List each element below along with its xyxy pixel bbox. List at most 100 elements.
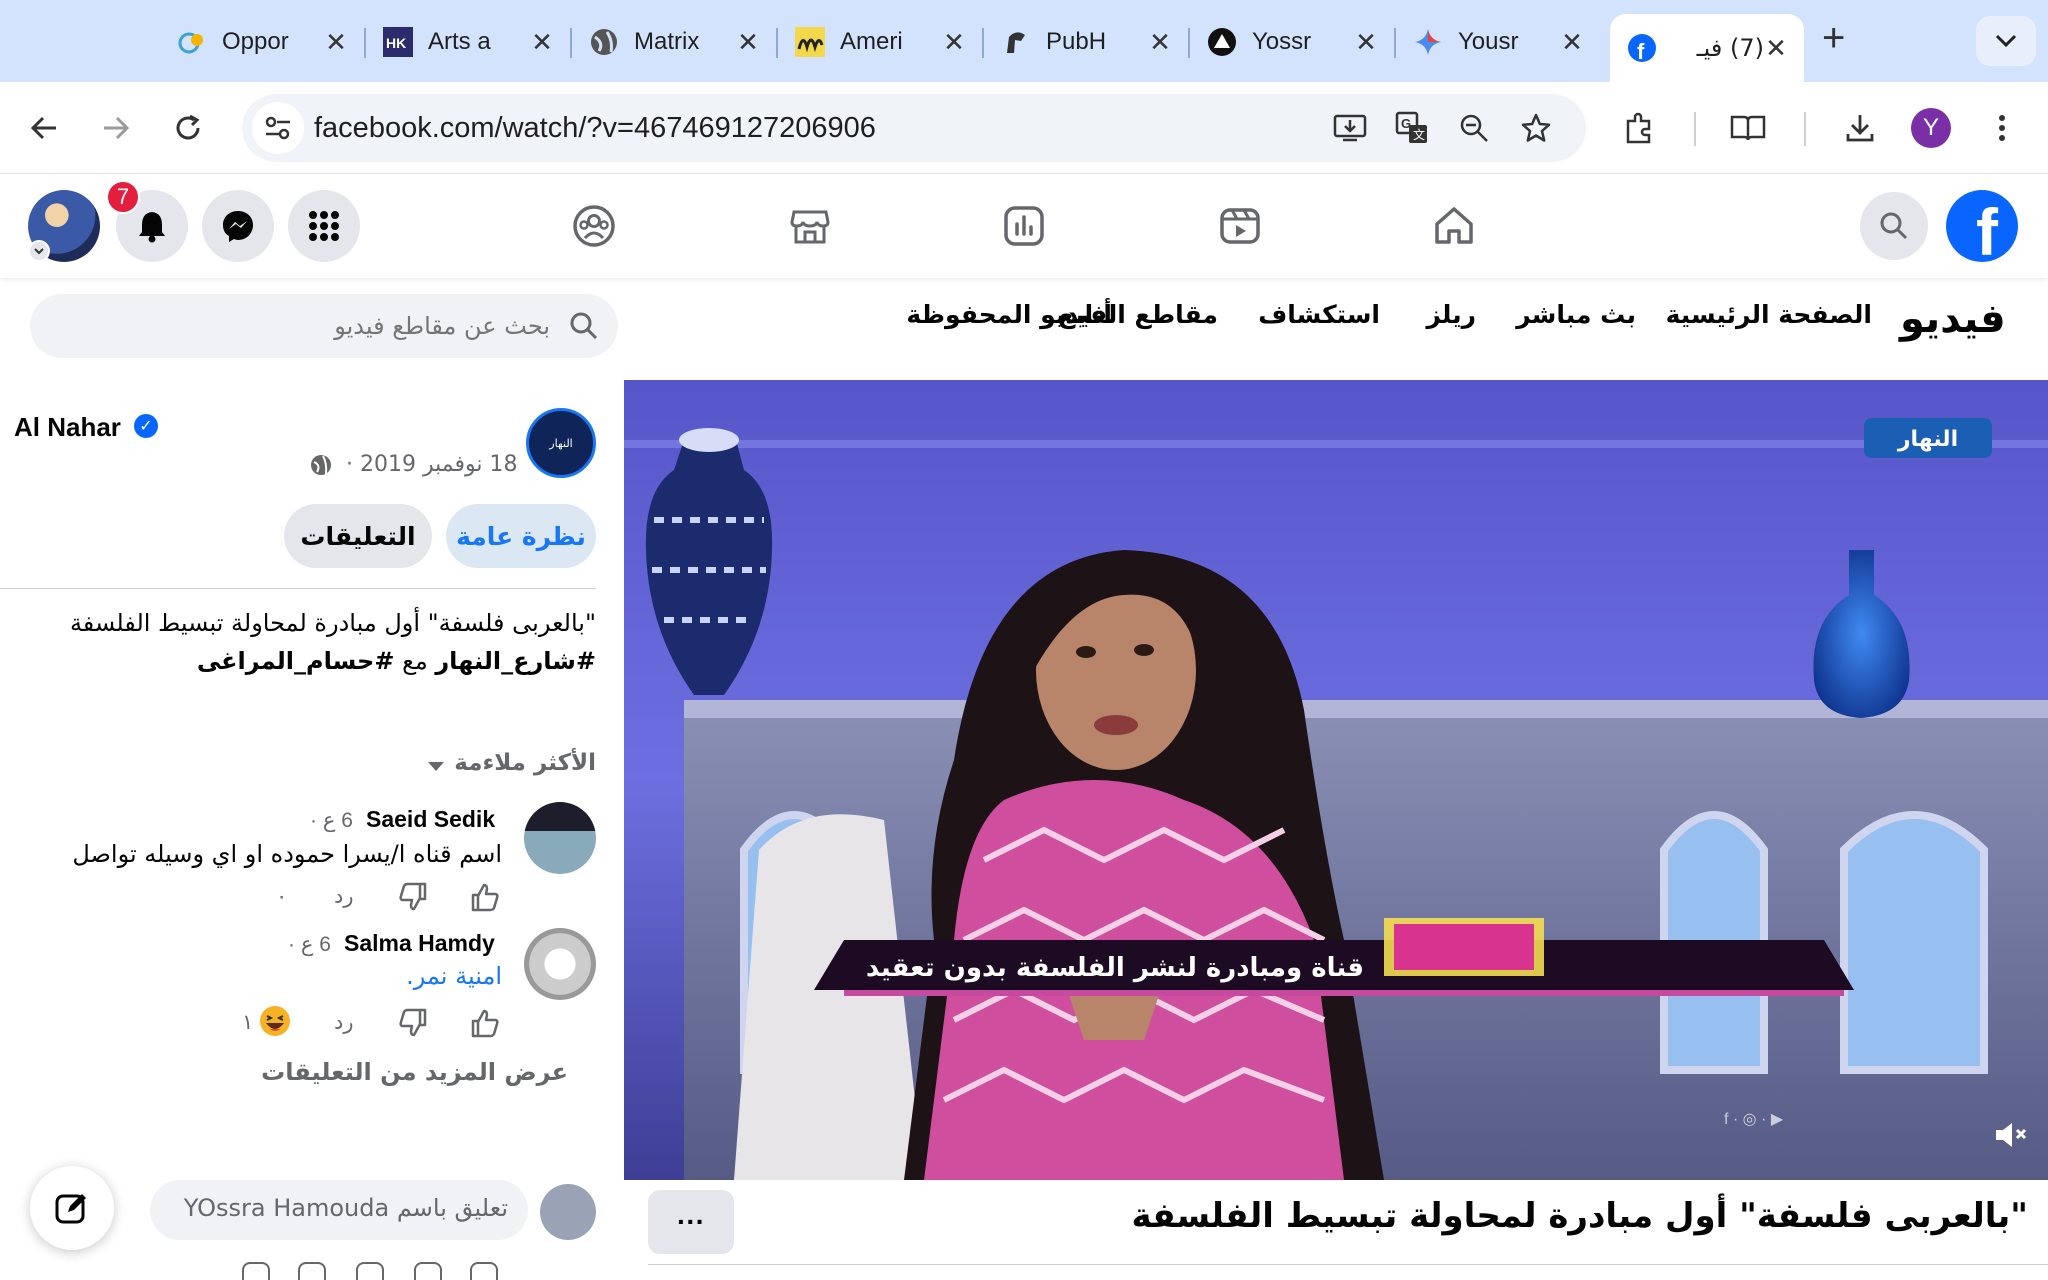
commenter-avatar[interactable] [524,802,596,874]
avatar-sticker-icon[interactable] [470,1262,498,1280]
close-tab-icon[interactable]: ✕ [1560,27,1584,58]
forward-button[interactable] [94,106,138,150]
groups-nav-icon[interactable] [566,198,622,254]
nav-reels[interactable]: ريلز [1426,300,1476,329]
globe-icon [588,26,620,58]
close-tab-icon[interactable]: ✕ [1764,33,1788,64]
browser-profile-avatar[interactable]: Y [1911,108,1951,148]
gif-icon[interactable] [298,1262,326,1280]
marketplace-nav-icon[interactable] [782,198,838,254]
close-tab-icon[interactable]: ✕ [736,27,760,58]
facebook-header [0,174,2048,278]
install-app-icon[interactable] [1330,108,1370,148]
url-text[interactable]: facebook.com/watch/?v=467469127206906 [314,112,876,145]
close-tab-icon[interactable]: ✕ [530,27,554,58]
camera-icon[interactable] [356,1262,384,1280]
browser-tab[interactable]: Ameri ✕ [778,14,984,70]
address-bar[interactable]: facebook.com/watch/?v=467469127206906 G文 [242,94,1586,162]
svg-text:HK: HK [386,35,406,51]
browser-tab[interactable]: Yousr ✕ [1396,14,1600,70]
video-search-input[interactable] [50,294,550,358]
view-more-comments-link[interactable]: عرض المزيد من التعليقات [261,1058,568,1086]
browser-tab[interactable]: PubH ✕ [984,14,1190,70]
nav-explore[interactable]: استكشاف [1258,300,1380,329]
spartan-favicon-icon [1000,26,1032,58]
emoji-icon[interactable] [414,1262,442,1280]
facebook-logo[interactable]: f [1946,190,2018,262]
svg-text:f · ◎ · ▶: f · ◎ · ▶ [1724,1111,1784,1128]
dislike-icon[interactable] [396,880,430,914]
facebook-search-button[interactable] [1860,192,1928,260]
reading-mode-icon[interactable] [1726,106,1770,150]
reload-button[interactable] [166,106,210,150]
comment-time[interactable]: 6 ع · [310,808,353,833]
post-date[interactable]: 18 نوفمبر 2019 · [346,452,518,477]
svg-text:文: 文 [1413,127,1425,142]
browser-tab[interactable]: Oppor ✕ [160,14,366,70]
downloads-icon[interactable] [1838,106,1882,150]
notification-count-badge: 7 [106,180,140,214]
nav-live[interactable]: بث مباشر [1516,300,1636,329]
site-info-button[interactable] [252,102,304,154]
page-name[interactable]: Al Nahar [14,412,121,443]
close-tab-icon[interactable]: ✕ [942,27,966,58]
reply-button[interactable]: رد [334,884,354,908]
commenter-avatar[interactable] [524,928,596,1000]
nav-saved-videos[interactable]: مقاطع الفيديو المحفوظة [906,300,1218,329]
commenter-name[interactable]: Saeid Sedik [366,806,495,833]
browser-tab[interactable]: Yossr ✕ [1190,14,1396,70]
composer-avatar [540,1184,596,1240]
back-button[interactable] [22,106,66,150]
reply-button[interactable]: رد [334,1010,354,1034]
globe-icon [311,455,331,475]
comment-input[interactable]: تعليق باسم YOssra Hamouda [150,1180,528,1240]
zoom-out-icon[interactable] [1454,108,1494,148]
facebook-favicon-icon: f [1626,32,1658,64]
dislike-icon[interactable] [396,1006,430,1040]
home-nav-icon[interactable] [1426,198,1482,254]
translate-icon[interactable]: G文 [1392,108,1432,148]
hashtag-link[interactable]: #شارع_النهار [435,647,596,675]
mute-icon[interactable] [1994,1120,2030,1150]
browser-tab[interactable]: HK Arts a ✕ [366,14,572,70]
tab-comments[interactable]: التعليقات [284,504,432,568]
sticker-icon[interactable] [242,1262,270,1280]
bookmark-star-icon[interactable] [1516,108,1556,148]
dashboard-nav-icon[interactable] [996,198,1052,254]
close-tab-icon[interactable]: ✕ [1148,27,1172,58]
like-icon[interactable] [468,1006,502,1040]
kebab-menu-icon[interactable] [1980,106,2024,150]
video-caption-banner: قناة ومبادرة لنشر الفلسفة بدون تعقيد [866,953,1364,983]
hashtag-link[interactable]: #حسام_المراغى [197,647,395,675]
account-menu-chevron-icon[interactable] [28,240,50,262]
close-tab-icon[interactable]: ✕ [324,27,348,58]
messenger-button[interactable] [202,190,274,262]
video-player[interactable]: النهار قناة ومبادرة لنشر الفلسفة بدون تع… [624,380,2048,1180]
menu-button[interactable] [288,190,360,262]
nav-home[interactable]: الصفحة الرئيسية [1666,300,1872,329]
tab-search-button[interactable] [1976,16,2036,66]
close-tab-icon[interactable]: ✕ [1354,27,1378,58]
comment-time[interactable]: 6 ع · [288,932,331,957]
verified-badge-icon: ✓ [134,414,158,438]
browser-tab[interactable]: Matrix ✕ [572,14,778,70]
watch-nav-icon[interactable] [1212,198,1268,254]
hk-favicon-icon: HK [382,26,414,58]
commenter-name[interactable]: Salma Hamdy [344,930,495,957]
browser-toolbar: facebook.com/watch/?v=467469127206906 G文… [0,82,2048,174]
mention-link[interactable]: امنية نمر. [406,962,502,990]
extensions-icon[interactable] [1618,106,1662,150]
page-avatar[interactable]: النهار [526,408,596,478]
video-search-box[interactable] [30,294,618,358]
reaction-count: ١ [242,1010,254,1034]
caret-down-icon[interactable] [428,762,444,771]
like-icon[interactable] [468,880,502,914]
divider [0,588,596,589]
tab-overview[interactable]: نظرة عامة [446,504,596,568]
new-message-button[interactable] [30,1166,114,1250]
arrow-left-icon [30,116,56,140]
more-options-button[interactable]: ··· [648,1190,734,1254]
comment-sort-dropdown[interactable]: الأكثر ملاءمة [454,750,596,776]
browser-tab-active[interactable]: f (7) فيـ ✕ [1610,14,1804,82]
new-tab-button[interactable]: + [1822,16,1845,61]
